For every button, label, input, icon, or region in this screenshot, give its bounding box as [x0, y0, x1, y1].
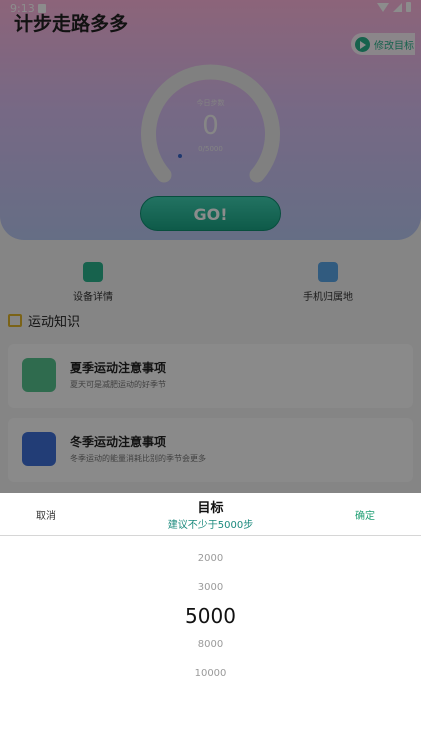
- picker-header: 取消 目标 建议不少于5000步 确定: [0, 493, 421, 536]
- picker-option[interactable]: 10000: [0, 668, 421, 679]
- goal-wheel[interactable]: 2000 3000 5000 8000 10000: [0, 536, 421, 750]
- goal-picker-sheet: 取消 目标 建议不少于5000步 确定 2000 3000 5000 8000 …: [0, 493, 421, 750]
- picker-option[interactable]: 8000: [0, 639, 421, 650]
- picker-option-selected[interactable]: 5000: [0, 604, 421, 628]
- picker-option[interactable]: 2000: [0, 553, 421, 564]
- picker-option[interactable]: 3000: [0, 582, 421, 593]
- confirm-button[interactable]: 确定: [355, 507, 375, 522]
